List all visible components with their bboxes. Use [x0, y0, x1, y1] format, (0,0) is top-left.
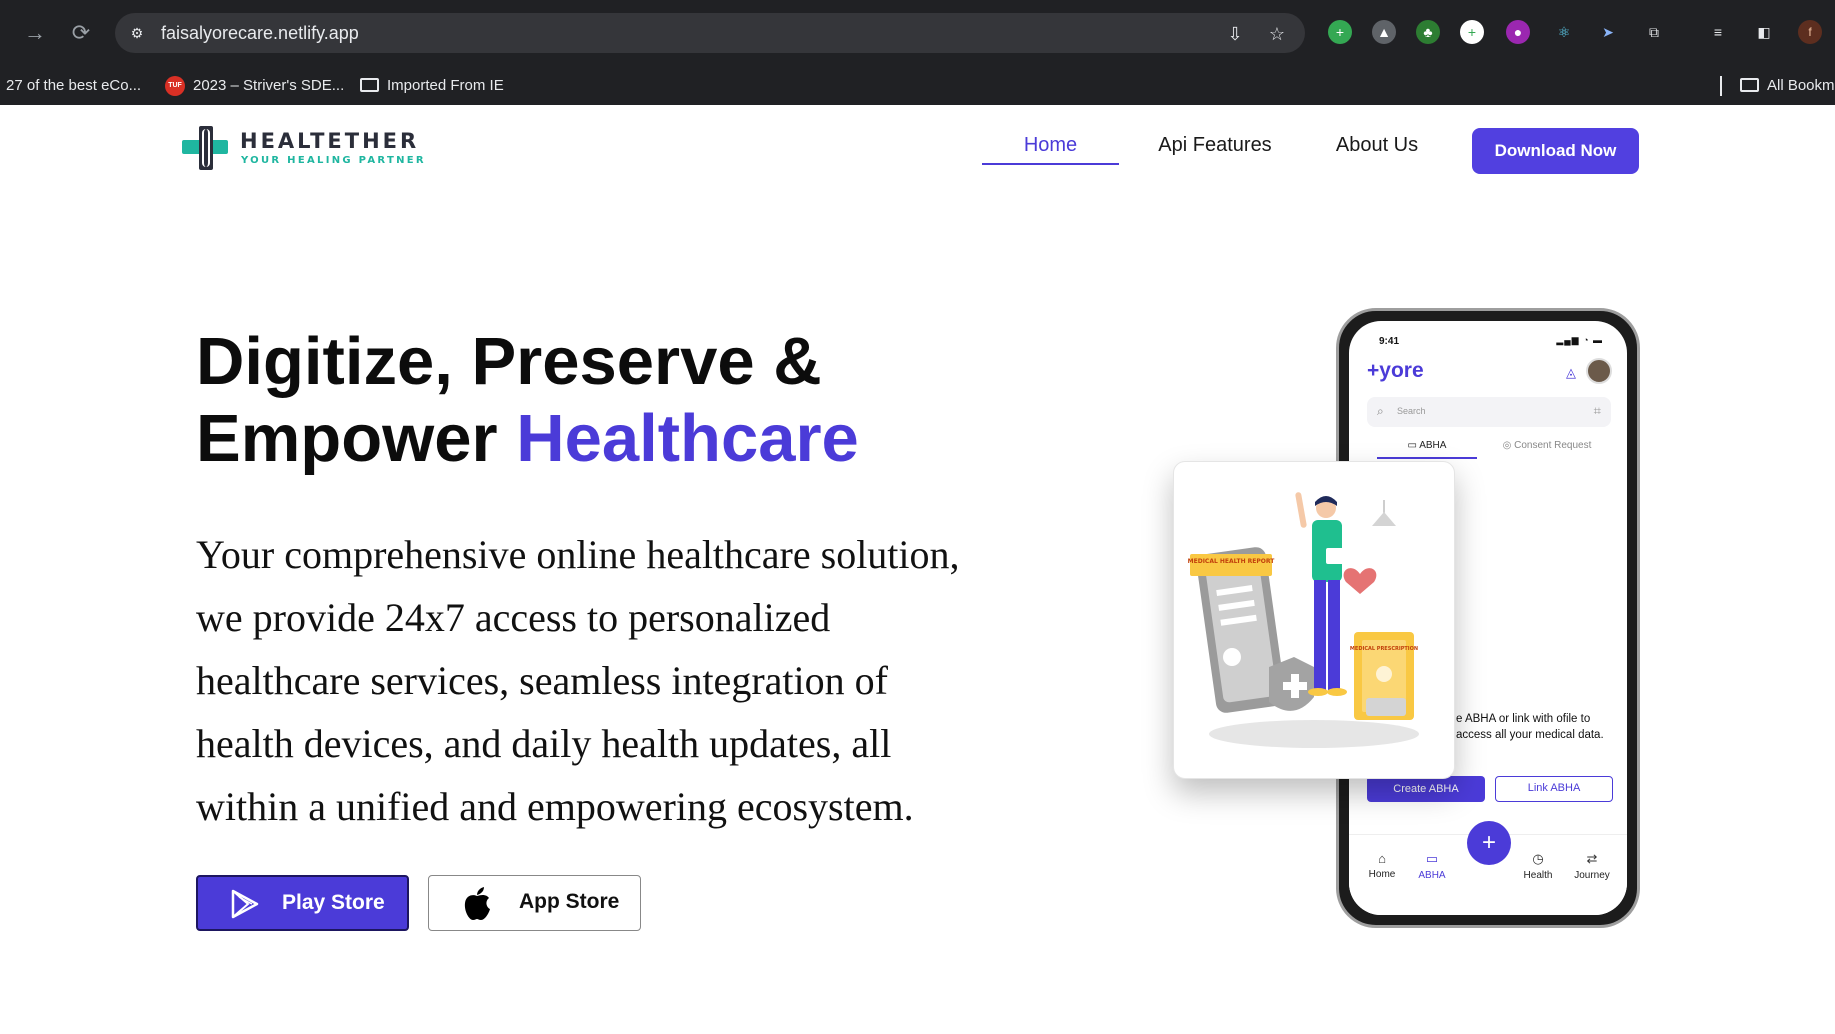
phone-tab-consent: ◎ Consent Request — [1502, 440, 1592, 451]
hero-description: Your comprehensive online healthcare sol… — [196, 523, 1026, 838]
app-store-label: App Store — [519, 890, 620, 913]
tuf-favicon-icon: TUF — [165, 76, 185, 97]
bell-icon: ◬ — [1566, 365, 1576, 380]
bookmark-folder[interactable]: Imported From IE — [360, 66, 504, 105]
nav-about-us[interactable]: About Us — [1318, 125, 1436, 165]
phone-avatar — [1586, 358, 1612, 384]
phone-link-abha-button: Link ABHA — [1495, 776, 1613, 802]
headline-line2-prefix: Empower — [196, 401, 517, 476]
bookmarks-bar: 27 of the best eCo... TUF 2023 – Striver'… — [0, 66, 1835, 105]
folder-icon — [360, 78, 379, 93]
prescription-card-text: MEDICAL PRESCRIPTION — [1350, 646, 1418, 652]
all-bookmarks-folder[interactable]: All Bookm — [1740, 66, 1835, 105]
description-line: Your comprehensive online healthcare sol… — [196, 532, 960, 577]
app-store-button[interactable]: App Store — [428, 875, 641, 931]
address-bar[interactable]: ⚙ faisalyorecare.netlify.app ⇩ ☆ — [115, 13, 1305, 53]
apple-icon — [464, 887, 490, 920]
extension-add-icon[interactable]: + — [1328, 20, 1352, 44]
phone-nav-health: ◷ Health — [1513, 851, 1563, 881]
headline-line1: Digitize, Preserve & — [196, 324, 822, 399]
play-store-label: Play Store — [282, 891, 385, 914]
folder-icon — [1740, 78, 1759, 93]
logo[interactable]: HEALTETHER YOUR HEALING PARTNER — [182, 123, 442, 173]
phone-info-text: e ABHA or link with ofile to access all … — [1456, 713, 1604, 741]
hero-headline: Digitize, Preserve & Empower Healthcare — [196, 323, 859, 477]
description-line: within a unified and empowering ecosyste… — [196, 784, 914, 829]
react-devtools-icon[interactable]: ⚛ — [1552, 20, 1576, 44]
id-card-icon: ▭ — [1425, 851, 1439, 866]
bookmark-label: All Bookm — [1767, 77, 1835, 94]
bookmark-label: 27 of the best eCo... — [6, 77, 142, 94]
report-card-text: MEDICAL HEALTH REPORT — [1188, 558, 1276, 565]
phone-fab-plus-icon: + — [1467, 821, 1511, 865]
phone-search-bar: ⌕ Search ⌗ — [1367, 397, 1611, 427]
health-icon: ◷ — [1532, 851, 1544, 866]
nav-home[interactable]: Home — [982, 125, 1119, 165]
description-line: health devices, and daily health updates… — [196, 721, 892, 766]
phone-tab-consent-label: Consent Request — [1514, 440, 1592, 451]
extension-pointer-icon[interactable]: ➤ — [1596, 20, 1620, 44]
search-icon: ⌕ — [1377, 404, 1384, 418]
install-app-icon[interactable]: ⇩ — [1223, 22, 1247, 46]
phone-status-icons: ▂▄▆ ◔ ▬ — [1556, 335, 1603, 345]
extension-plus-icon[interactable]: + — [1460, 20, 1484, 44]
play-store-icon — [231, 889, 259, 919]
browser-chrome: → ⟳ ⚙ faisalyorecare.netlify.app ⇩ ☆ + ▲… — [0, 0, 1835, 105]
download-now-button[interactable]: Download Now — [1472, 128, 1639, 174]
logo-tagline: YOUR HEALING PARTNER — [241, 155, 426, 166]
bookmark-label: Imported From IE — [387, 77, 504, 94]
bookmarks-divider — [1720, 76, 1722, 96]
bookmark-item[interactable]: TUF 2023 – Striver's SDE... — [165, 66, 344, 105]
forward-icon[interactable]: → — [20, 18, 50, 48]
page: HEALTETHER YOUR HEALING PARTNER Home Api… — [0, 105, 1835, 1034]
phone-search-placeholder: Search — [1397, 406, 1426, 416]
logo-caduceus-icon — [202, 129, 210, 167]
site-settings-icon[interactable]: ⚙ — [127, 23, 147, 43]
health-records-illustration: MEDICAL HEALTH REPORT MEDICAL PRESCRIPTI… — [1188, 492, 1419, 748]
profile-avatar[interactable]: f — [1798, 20, 1822, 44]
extensions-puzzle-icon[interactable]: ⧉ — [1642, 20, 1666, 44]
yore-app-logo: +yore — [1367, 359, 1424, 382]
headline-accent: Healthcare — [516, 401, 859, 476]
phone-nav-label: Journey — [1574, 870, 1610, 881]
phone-nav-home: ⌂ Home — [1357, 851, 1407, 880]
bookmark-label: 2023 – Striver's SDE... — [193, 77, 345, 94]
side-panel-icon[interactable]: ◧ — [1752, 20, 1776, 44]
phone-nav-abha: ▭ ABHA — [1407, 851, 1457, 881]
reload-icon[interactable]: ⟳ — [66, 18, 96, 48]
reading-list-icon[interactable]: ≡ — [1706, 20, 1730, 44]
bookmark-item[interactable]: 27 of the best eCo... — [6, 66, 141, 105]
bookmark-star-icon[interactable]: ☆ — [1265, 22, 1289, 46]
extension-profile-icon[interactable]: ● — [1506, 20, 1530, 44]
phone-tab-abha-label: ABHA — [1419, 440, 1447, 451]
journey-icon: ⇄ — [1586, 851, 1598, 866]
scan-icon: ⌗ — [1593, 403, 1601, 418]
phone-nav-label: ABHA — [1418, 870, 1446, 881]
extension-tree-icon[interactable]: ♣ — [1416, 20, 1440, 44]
home-icon: ⌂ — [1378, 851, 1386, 866]
phone-tab-abha: ▭ ABHA — [1377, 435, 1477, 459]
url-text[interactable]: faisalyorecare.netlify.app — [161, 23, 359, 43]
phone-nav-journey: ⇄ Journey — [1567, 851, 1617, 881]
browser-toolbar: → ⟳ ⚙ faisalyorecare.netlify.app ⇩ ☆ + ▲… — [0, 0, 1835, 66]
phone-nav-label: Health — [1523, 870, 1553, 881]
nav-api-features[interactable]: Api Features — [1150, 125, 1280, 165]
logo-name: HEALTETHER — [240, 129, 420, 153]
phone-nav-label: Home — [1368, 869, 1396, 880]
play-store-button[interactable]: Play Store — [196, 875, 409, 931]
phone-time: 9:41 — [1379, 336, 1400, 347]
illustration-card: MEDICAL HEALTH REPORT MEDICAL PRESCRIPTI… — [1173, 461, 1455, 779]
description-line: healthcare services, seamless integratio… — [196, 658, 888, 703]
description-line: we provide 24x7 access to personalized — [196, 595, 831, 640]
extension-dropper-icon[interactable]: ▲ — [1372, 20, 1396, 44]
